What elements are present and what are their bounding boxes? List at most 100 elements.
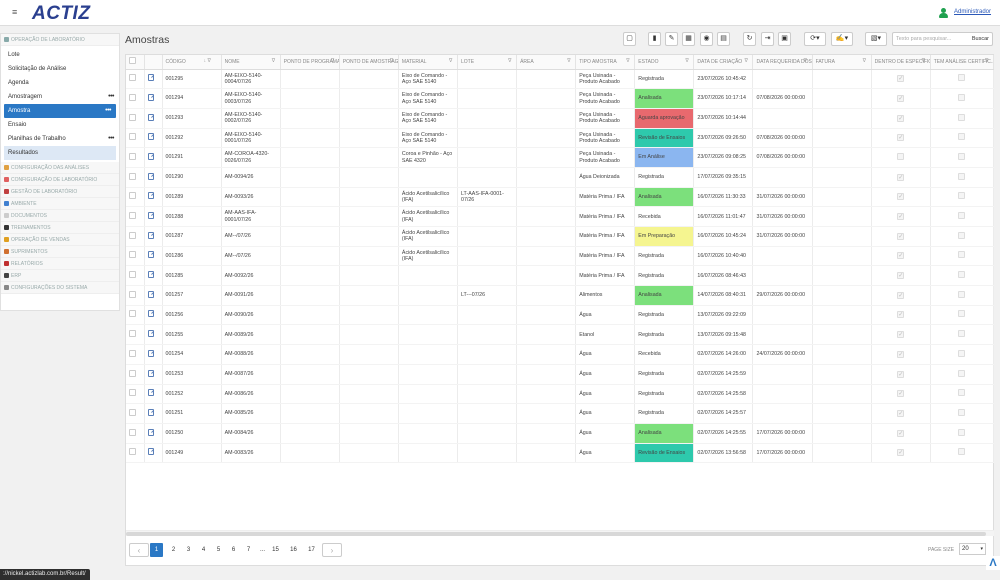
column-header[interactable]: PONTO DE AMOSTRAGE...∇ [339, 55, 399, 70]
row-checkbox[interactable] [129, 310, 136, 318]
user-icon[interactable] [939, 8, 948, 18]
page-size-select[interactable]: 20 ▾ [959, 543, 986, 555]
sign-dropdown[interactable]: ✍▾ [831, 32, 853, 46]
page-button[interactable]: 15 [269, 543, 282, 557]
table-row[interactable]: 001289 AM-0093/26 Ácido Acetilsalicílico (… [126, 187, 995, 208]
edit-button[interactable]: ✎ [665, 32, 678, 46]
edit-icon[interactable] [147, 428, 154, 436]
row-checkbox[interactable] [129, 133, 136, 141]
filter-icon[interactable]: ∇ [508, 59, 513, 64]
column-header[interactable]: TEM ANÁLISE CERTIFIC... ∇ [930, 55, 995, 70]
export-button[interactable]: ⇥ [761, 32, 774, 46]
sidebar-item-planilhas-de-trabalho[interactable]: Planilhas de Trabalho ••• [1, 132, 119, 146]
edit-icon[interactable] [147, 133, 154, 141]
column-header[interactable]: DATA DE CRIAÇÃO ∇ [693, 55, 754, 70]
prev-page-button[interactable]: ‹ [129, 543, 149, 557]
new-document-button[interactable]: ▢ [623, 32, 636, 46]
add-rows-button[interactable]: ▤ [717, 32, 730, 46]
table-row[interactable]: 001295 AM-EIXO-5140-0004/07/26 Eixo de Com… [126, 69, 995, 90]
table-row[interactable]: 001252 AM-0086/26 Água Registrada 02/07/2026… [126, 384, 995, 405]
filter-icon[interactable]: ∇ [744, 59, 749, 64]
row-checkbox[interactable] [129, 251, 136, 259]
edit-icon[interactable] [147, 290, 154, 298]
filter-icon[interactable]: ∇ [626, 59, 631, 64]
more-options-icon[interactable]: ••• [108, 132, 114, 146]
page-button[interactable]: 7 [242, 543, 255, 557]
grid-view-button[interactable]: ▦ [682, 32, 695, 46]
page-button[interactable]: 17 [305, 543, 318, 557]
table-row[interactable]: 001288 AM-AAS-IFA-0001/07/26 Ácido Acetils… [126, 206, 995, 227]
table-row[interactable]: 001254 AM-0088/26 Água Recebida 02/07/2026 1… [126, 344, 995, 365]
page-button[interactable]: 6 [227, 543, 240, 557]
table-row[interactable]: 001286 AM--/07/26 Ácido Acetilsalicílico (… [126, 246, 995, 267]
sidebar-section-relatorios[interactable]: RELATÓRIOS [1, 258, 119, 270]
workflow-dropdown[interactable]: ⟳▾ [804, 32, 826, 46]
filter-icon[interactable]: ∇ [685, 59, 690, 64]
row-checkbox[interactable] [129, 428, 136, 436]
row-checkbox[interactable] [129, 369, 136, 377]
page-button[interactable]: 2 [167, 543, 180, 557]
table-row[interactable]: 001291 AM-COROA-4320-0026/07/26 Coroa e Pi… [126, 147, 995, 168]
sidebar-section-configuracoes-do-sistema[interactable]: CONFIGURAÇÕES DO SISTEMA [1, 282, 119, 294]
row-checkbox[interactable] [129, 93, 136, 101]
filter-icon[interactable]: ∇ [567, 59, 572, 64]
sidebar-item-resultados[interactable]: Resultados [4, 146, 116, 160]
row-checkbox[interactable] [129, 349, 136, 357]
edit-icon[interactable] [147, 271, 154, 279]
sidebar-section-configuracao-das-analises[interactable]: CONFIGURAÇÃO DAS ANÁLISES [1, 162, 119, 174]
filter-icon[interactable]: ∇ [390, 59, 395, 64]
filter-icon[interactable]: ∇ [449, 59, 454, 64]
row-checkbox[interactable] [129, 330, 136, 338]
table-row[interactable]: 001293 AM-EIXO-5140-0002/07/26 Eixo de Com… [126, 108, 995, 129]
select-all-header[interactable] [126, 55, 145, 70]
filter-icon[interactable]: ∇ [331, 59, 336, 64]
edit-icon[interactable] [147, 113, 154, 121]
table-row[interactable]: 001294 AM-EIXO-5140-0003/07/26 Eixo de Com… [126, 88, 995, 109]
scrollbar-thumb[interactable] [126, 532, 986, 536]
row-checkbox[interactable] [129, 271, 136, 279]
edit-icon[interactable] [147, 349, 154, 357]
filter-icon[interactable]: ∇ [272, 59, 277, 64]
table-row[interactable]: 001292 AM-EIXO-5140-0001/07/26 Eixo de Com… [126, 128, 995, 149]
edit-icon[interactable] [147, 251, 154, 259]
page-button[interactable]: 16 [287, 543, 300, 557]
column-header[interactable]: FATURA ∇ [812, 55, 872, 70]
row-checkbox[interactable] [129, 290, 136, 298]
table-row[interactable]: 001287 AM--/07/26 Ácido Acetilsalicílico (… [126, 226, 995, 247]
sidebar-section-configuracao-de-laboratorio[interactable]: CONFIGURAÇÃO DE LABORATÓRIO [1, 174, 119, 186]
row-checkbox[interactable] [129, 389, 136, 397]
edit-icon[interactable] [147, 212, 154, 219]
edit-icon[interactable] [147, 448, 154, 456]
edit-icon[interactable] [147, 310, 154, 318]
column-header[interactable]: ÁREA ∇ [516, 55, 577, 70]
row-checkbox[interactable] [129, 231, 136, 239]
filter-icon[interactable]: ∇ [804, 59, 809, 64]
edit-icon[interactable] [147, 152, 154, 160]
sidebar-item-ensaio[interactable]: Ensaio [1, 118, 119, 132]
page-button[interactable]: 3 [182, 543, 195, 557]
edit-icon[interactable] [147, 231, 154, 239]
column-header[interactable]: TIPO AMOSTRA ∇ [575, 55, 636, 70]
edit-icon[interactable] [147, 330, 154, 338]
edit-icon[interactable] [147, 192, 154, 200]
row-checkbox[interactable] [129, 448, 136, 456]
table-row[interactable]: 001285 AM-0092/26 Matéria Prima / IFA Regis… [126, 265, 995, 287]
sidebar-item-lote[interactable]: Lote [1, 48, 119, 62]
filter-icon[interactable]: ↓ ∇ [204, 59, 218, 64]
row-checkbox[interactable] [129, 152, 136, 160]
report-dropdown[interactable]: ▧▾ [865, 32, 887, 46]
sidebar-section-treinamentos[interactable]: TREINAMENTOS [1, 222, 119, 234]
column-header[interactable]: PONTO DE PROGRAMA... ∇ [280, 55, 340, 70]
table-row[interactable]: 001253 AM-0087/26 Água Registrada 02/07/2026… [126, 364, 995, 385]
edit-icon[interactable] [147, 369, 154, 377]
sidebar-item-amostra[interactable]: Amostra ••• [4, 104, 116, 118]
column-header[interactable]: DENTRO DE ESPECIFIC... ∇ [871, 55, 931, 70]
filter-icon[interactable]: ∇ [863, 59, 868, 64]
table-row[interactable]: 001251 AM-0085/26 Água Registrada 02/07/2026… [126, 403, 995, 424]
sidebar-section-suprimentos[interactable]: SUPRIMENTOS [1, 246, 119, 258]
select-all-checkbox[interactable] [129, 57, 136, 65]
filter-icon[interactable]: ∇ [985, 59, 990, 64]
sidebar-section-documentos[interactable]: DOCUMENTOS [1, 210, 119, 222]
search-button[interactable]: Buscar [972, 36, 989, 42]
row-checkbox[interactable] [129, 212, 136, 219]
